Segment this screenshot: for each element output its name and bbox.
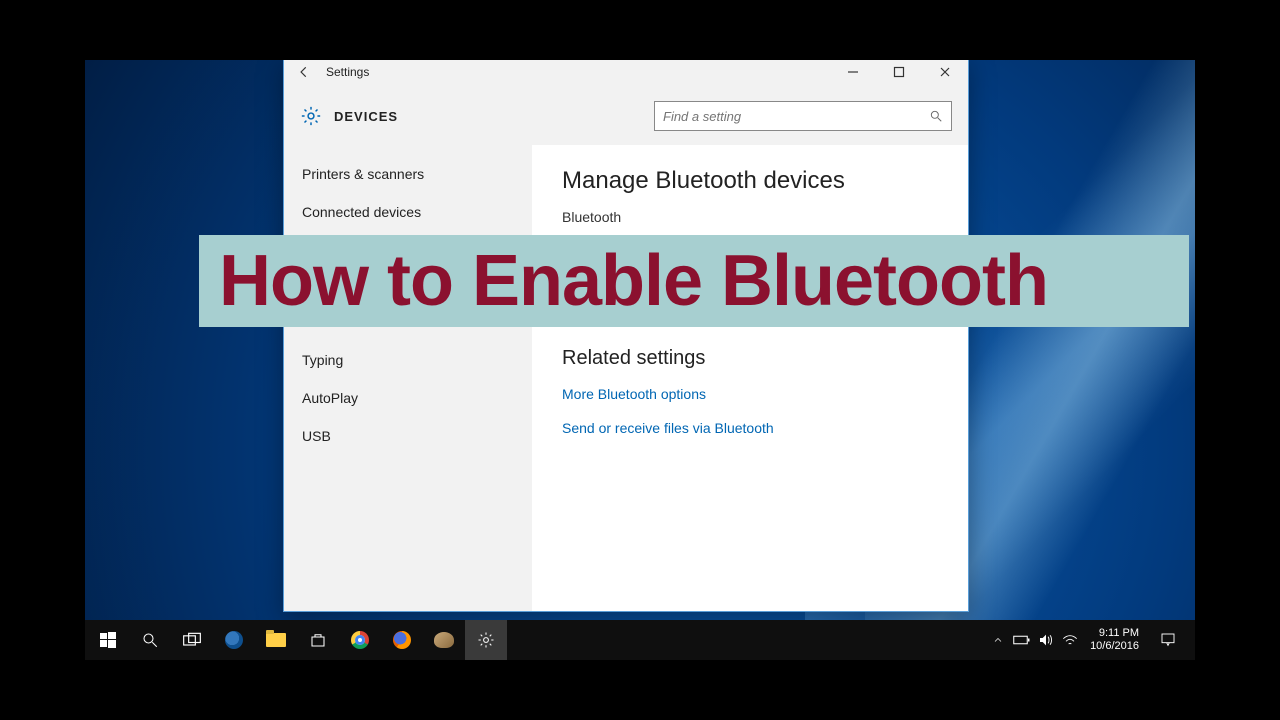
link-send-receive[interactable]: Send or receive files via Bluetooth (562, 420, 938, 436)
sidebar-item-connected[interactable]: Connected devices (284, 193, 532, 231)
settings-taskbar-icon[interactable] (465, 620, 507, 660)
sidebar-item-label: AutoPlay (302, 390, 358, 406)
date-text: 10/6/2016 (1090, 640, 1139, 653)
sidebar-item-label: Typing (302, 352, 343, 368)
maximize-button[interactable] (876, 60, 922, 87)
tutorial-banner: How to Enable Bluetooth (199, 235, 1189, 327)
edge-icon[interactable] (213, 620, 255, 660)
start-button[interactable] (87, 620, 129, 660)
bluetooth-label: Bluetooth (562, 209, 938, 225)
paint-icon[interactable] (423, 620, 465, 660)
volume-icon[interactable] (1036, 620, 1056, 660)
settings-window: Settings DEVICES (283, 60, 969, 612)
link-more-options[interactable]: More Bluetooth options (562, 386, 938, 402)
desktop: Settings DEVICES (85, 60, 1195, 660)
battery-icon[interactable] (1012, 620, 1032, 660)
letterbox-bottom (0, 660, 1280, 720)
banner-text: How to Enable Bluetooth (219, 245, 1048, 317)
related-heading: Related settings (562, 347, 938, 370)
search-box[interactable] (654, 101, 952, 131)
main-panel: Manage Bluetooth devices Bluetooth Relat… (532, 145, 968, 611)
sidebar-item-typing[interactable]: Typing (284, 341, 532, 379)
sidebar-item-label: Connected devices (302, 204, 421, 220)
sidebar: Printers & scanners Connected devices Ty… (284, 145, 532, 611)
titlebar: Settings (284, 60, 968, 87)
page-heading: Manage Bluetooth devices (562, 167, 938, 195)
taskbar: 9:11 PM 10/6/2016 (85, 620, 1195, 660)
search-input[interactable] (663, 109, 929, 124)
gear-icon (300, 105, 322, 127)
window-title: Settings (326, 65, 369, 79)
search-icon (929, 109, 943, 123)
content-area: Printers & scanners Connected devices Ty… (284, 145, 968, 611)
minimize-button[interactable] (830, 60, 876, 87)
sidebar-item-autoplay[interactable]: AutoPlay (284, 379, 532, 417)
sidebar-item-label: USB (302, 428, 331, 444)
close-button[interactable] (922, 60, 968, 87)
section-title: DEVICES (334, 109, 398, 124)
firefox-icon[interactable] (381, 620, 423, 660)
letterbox-top (0, 0, 1280, 60)
wifi-icon[interactable] (1060, 620, 1080, 660)
header-bar: DEVICES (284, 87, 968, 145)
clock[interactable]: 9:11 PM 10/6/2016 (1084, 627, 1145, 653)
action-center-icon[interactable] (1149, 620, 1187, 660)
back-button[interactable] (292, 60, 316, 84)
tray-overflow-icon[interactable] (988, 620, 1008, 660)
file-explorer-icon[interactable] (255, 620, 297, 660)
search-button[interactable] (129, 620, 171, 660)
sidebar-item-usb[interactable]: USB (284, 417, 532, 455)
taskview-button[interactable] (171, 620, 213, 660)
time-text: 9:11 PM (1090, 627, 1139, 640)
sidebar-item-label: Printers & scanners (302, 166, 424, 182)
store-icon[interactable] (297, 620, 339, 660)
sidebar-item-printers[interactable]: Printers & scanners (284, 155, 532, 193)
system-tray: 9:11 PM 10/6/2016 (988, 620, 1193, 660)
chrome-icon[interactable] (339, 620, 381, 660)
